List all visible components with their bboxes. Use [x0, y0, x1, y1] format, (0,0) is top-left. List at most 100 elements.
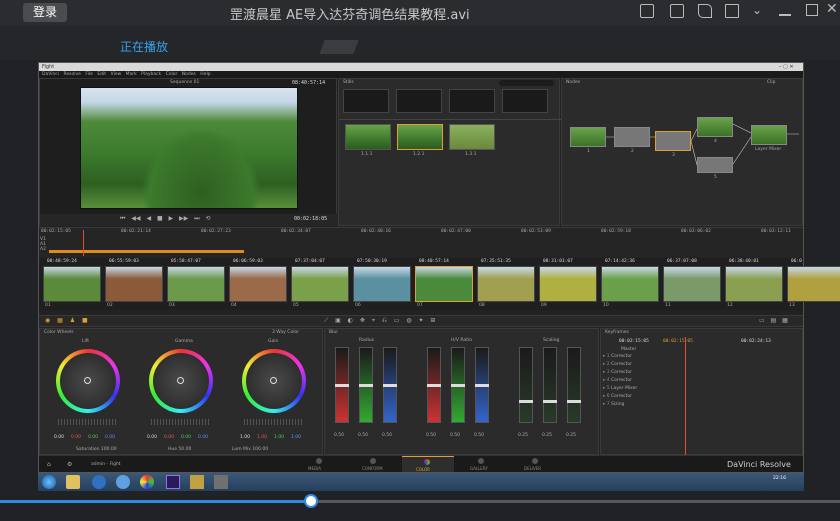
color-wheel[interactable] — [242, 349, 306, 413]
expand-arrow-icon[interactable]: ▸ 5 — [603, 386, 611, 391]
page-tab-gallery[interactable]: GALLERY — [456, 456, 508, 472]
clip-thumbnail[interactable] — [291, 266, 349, 302]
wheel-value[interactable]: 1.00 — [291, 435, 301, 440]
saturation-value[interactable]: Saturation 100.00 — [76, 447, 117, 452]
gallery-still[interactable] — [449, 124, 495, 150]
color-wheel[interactable] — [149, 349, 213, 413]
node-1[interactable] — [570, 127, 606, 147]
screenshot-icon[interactable] — [670, 4, 684, 18]
page-tab-color[interactable]: COLOR — [402, 456, 454, 472]
blur-slider[interactable] — [427, 347, 441, 423]
master-wheel[interactable] — [58, 419, 118, 425]
wheel-value[interactable]: 0.00 — [105, 435, 115, 440]
blur-value[interactable]: 0.25 — [566, 433, 576, 438]
still-slot[interactable] — [449, 89, 495, 113]
blur-slider[interactable] — [543, 347, 557, 423]
page-tab-media[interactable]: MEDIA — [294, 456, 346, 472]
keyframe-track[interactable]: ▸ 5 Layer Mixer — [603, 386, 637, 391]
wheel-center-icon[interactable] — [177, 377, 184, 384]
wheel-value[interactable]: 0.00 — [71, 435, 81, 440]
blur-value[interactable]: 0.25 — [518, 433, 528, 438]
slider-handle[interactable] — [475, 384, 489, 387]
expand-arrow-icon[interactable]: ▸ 6 — [603, 394, 611, 399]
tab-now-playing[interactable]: 正在播放 — [120, 38, 168, 55]
blur-slider[interactable] — [383, 347, 397, 423]
wheel-value[interactable]: 0.00 — [164, 435, 174, 440]
wheel-value[interactable]: 1.00 — [257, 435, 267, 440]
color-wheel[interactable] — [56, 349, 120, 413]
clip-thumbnail[interactable] — [43, 266, 101, 302]
wheel-value[interactable]: 0.00 — [88, 435, 98, 440]
close-icon[interactable]: ✕ — [826, 1, 838, 17]
page-tab-conform[interactable]: CONFORM — [348, 456, 400, 472]
toolbar-icons-left[interactable]: ◉ ▦ ♟ ■ — [45, 317, 88, 324]
progress-knob[interactable] — [303, 494, 318, 508]
keyframe-track[interactable]: ▸ 4 Corrector — [603, 378, 632, 383]
expand-arrow-icon[interactable]: ▸ 1 — [603, 354, 611, 359]
toolbar-icons-right[interactable]: ▭ ▤ ▦ — [759, 317, 788, 324]
clip-thumbnail[interactable] — [353, 266, 411, 302]
home-icon[interactable]: ⌂ — [47, 461, 51, 468]
still-slot[interactable] — [396, 89, 442, 113]
clip-thumbnail[interactable] — [601, 266, 659, 302]
wheel-value[interactable]: 0.00 — [198, 435, 208, 440]
clip-thumbnail[interactable] — [167, 266, 225, 302]
node-2[interactable] — [614, 127, 650, 147]
still-slot[interactable] — [502, 89, 548, 113]
node-4[interactable] — [697, 117, 733, 137]
node-5[interactable] — [697, 157, 733, 173]
expand-arrow-icon[interactable]: ▸ 7 — [603, 402, 611, 407]
clip-thumbnail[interactable] — [663, 266, 721, 302]
clip-thumbnail[interactable] — [539, 266, 597, 302]
blur-slider[interactable] — [567, 347, 581, 423]
share-icon[interactable] — [698, 4, 712, 18]
wheel-value[interactable]: 0.00 — [147, 435, 157, 440]
tab-placeholder[interactable] — [319, 40, 359, 54]
wheel-value[interactable]: 1.00 — [274, 435, 284, 440]
blur-value[interactable]: 0.50 — [358, 433, 368, 438]
blur-value[interactable]: 0.50 — [382, 433, 392, 438]
layer-mixer-node[interactable] — [751, 125, 787, 145]
folder-icon[interactable] — [725, 4, 739, 18]
expand-arrow-icon[interactable]: ▸ 4 — [603, 378, 611, 383]
clip-thumbnail[interactable] — [787, 266, 840, 302]
clip-thumbnail[interactable] — [477, 266, 535, 302]
blur-slider[interactable] — [475, 347, 489, 423]
clip-thumbnail[interactable] — [725, 266, 783, 302]
clip-thumbnail[interactable] — [105, 266, 163, 302]
slider-handle[interactable] — [335, 384, 349, 387]
blur-value[interactable]: 0.50 — [474, 433, 484, 438]
page-tab-deliver[interactable]: DELIVER — [510, 456, 562, 472]
master-wheel[interactable] — [244, 419, 304, 425]
keyframe-track[interactable]: ▸ 2 Corrector — [603, 362, 632, 367]
slider-handle[interactable] — [383, 384, 397, 387]
clip-thumbnail[interactable] — [415, 266, 473, 302]
wheel-value[interactable]: 1.00 — [240, 435, 250, 440]
transport-controls-icon[interactable]: ⏮ ◀◀ ◀ ■ ▶ ▶▶ ⏭ ⟲ — [120, 215, 211, 223]
blur-value[interactable]: 0.50 — [334, 433, 344, 438]
keyframe-track[interactable]: ▸ 7 Sizing — [603, 402, 624, 407]
wheel-center-icon[interactable] — [270, 377, 277, 384]
slider-handle[interactable] — [451, 384, 465, 387]
dropdown-chevron-icon[interactable]: ⌄ — [752, 3, 762, 17]
slider-handle[interactable] — [567, 400, 581, 403]
blur-slider[interactable] — [359, 347, 373, 423]
node-3-selected[interactable] — [655, 131, 691, 151]
slider-handle[interactable] — [359, 384, 373, 387]
wheel-value[interactable]: 0.00 — [181, 435, 191, 440]
wheel-value[interactable]: 0.00 — [54, 435, 64, 440]
caption-icon[interactable] — [640, 4, 654, 18]
blur-value[interactable]: 0.50 — [426, 433, 436, 438]
slider-handle[interactable] — [427, 384, 441, 387]
slider-handle[interactable] — [543, 400, 557, 403]
master-wheel[interactable] — [151, 419, 211, 425]
gallery-still-selected[interactable] — [397, 124, 443, 150]
blur-slider[interactable] — [335, 347, 349, 423]
blur-value[interactable]: 0.50 — [450, 433, 460, 438]
wheel-center-icon[interactable] — [84, 377, 91, 384]
expand-arrow-icon[interactable]: ▸ 2 — [603, 362, 611, 367]
timeline-clip-bar[interactable] — [49, 250, 244, 253]
keyframe-track[interactable]: ▸ 6 Corrector — [603, 394, 632, 399]
blur-slider[interactable] — [519, 347, 533, 423]
maximize-icon[interactable] — [806, 4, 818, 16]
